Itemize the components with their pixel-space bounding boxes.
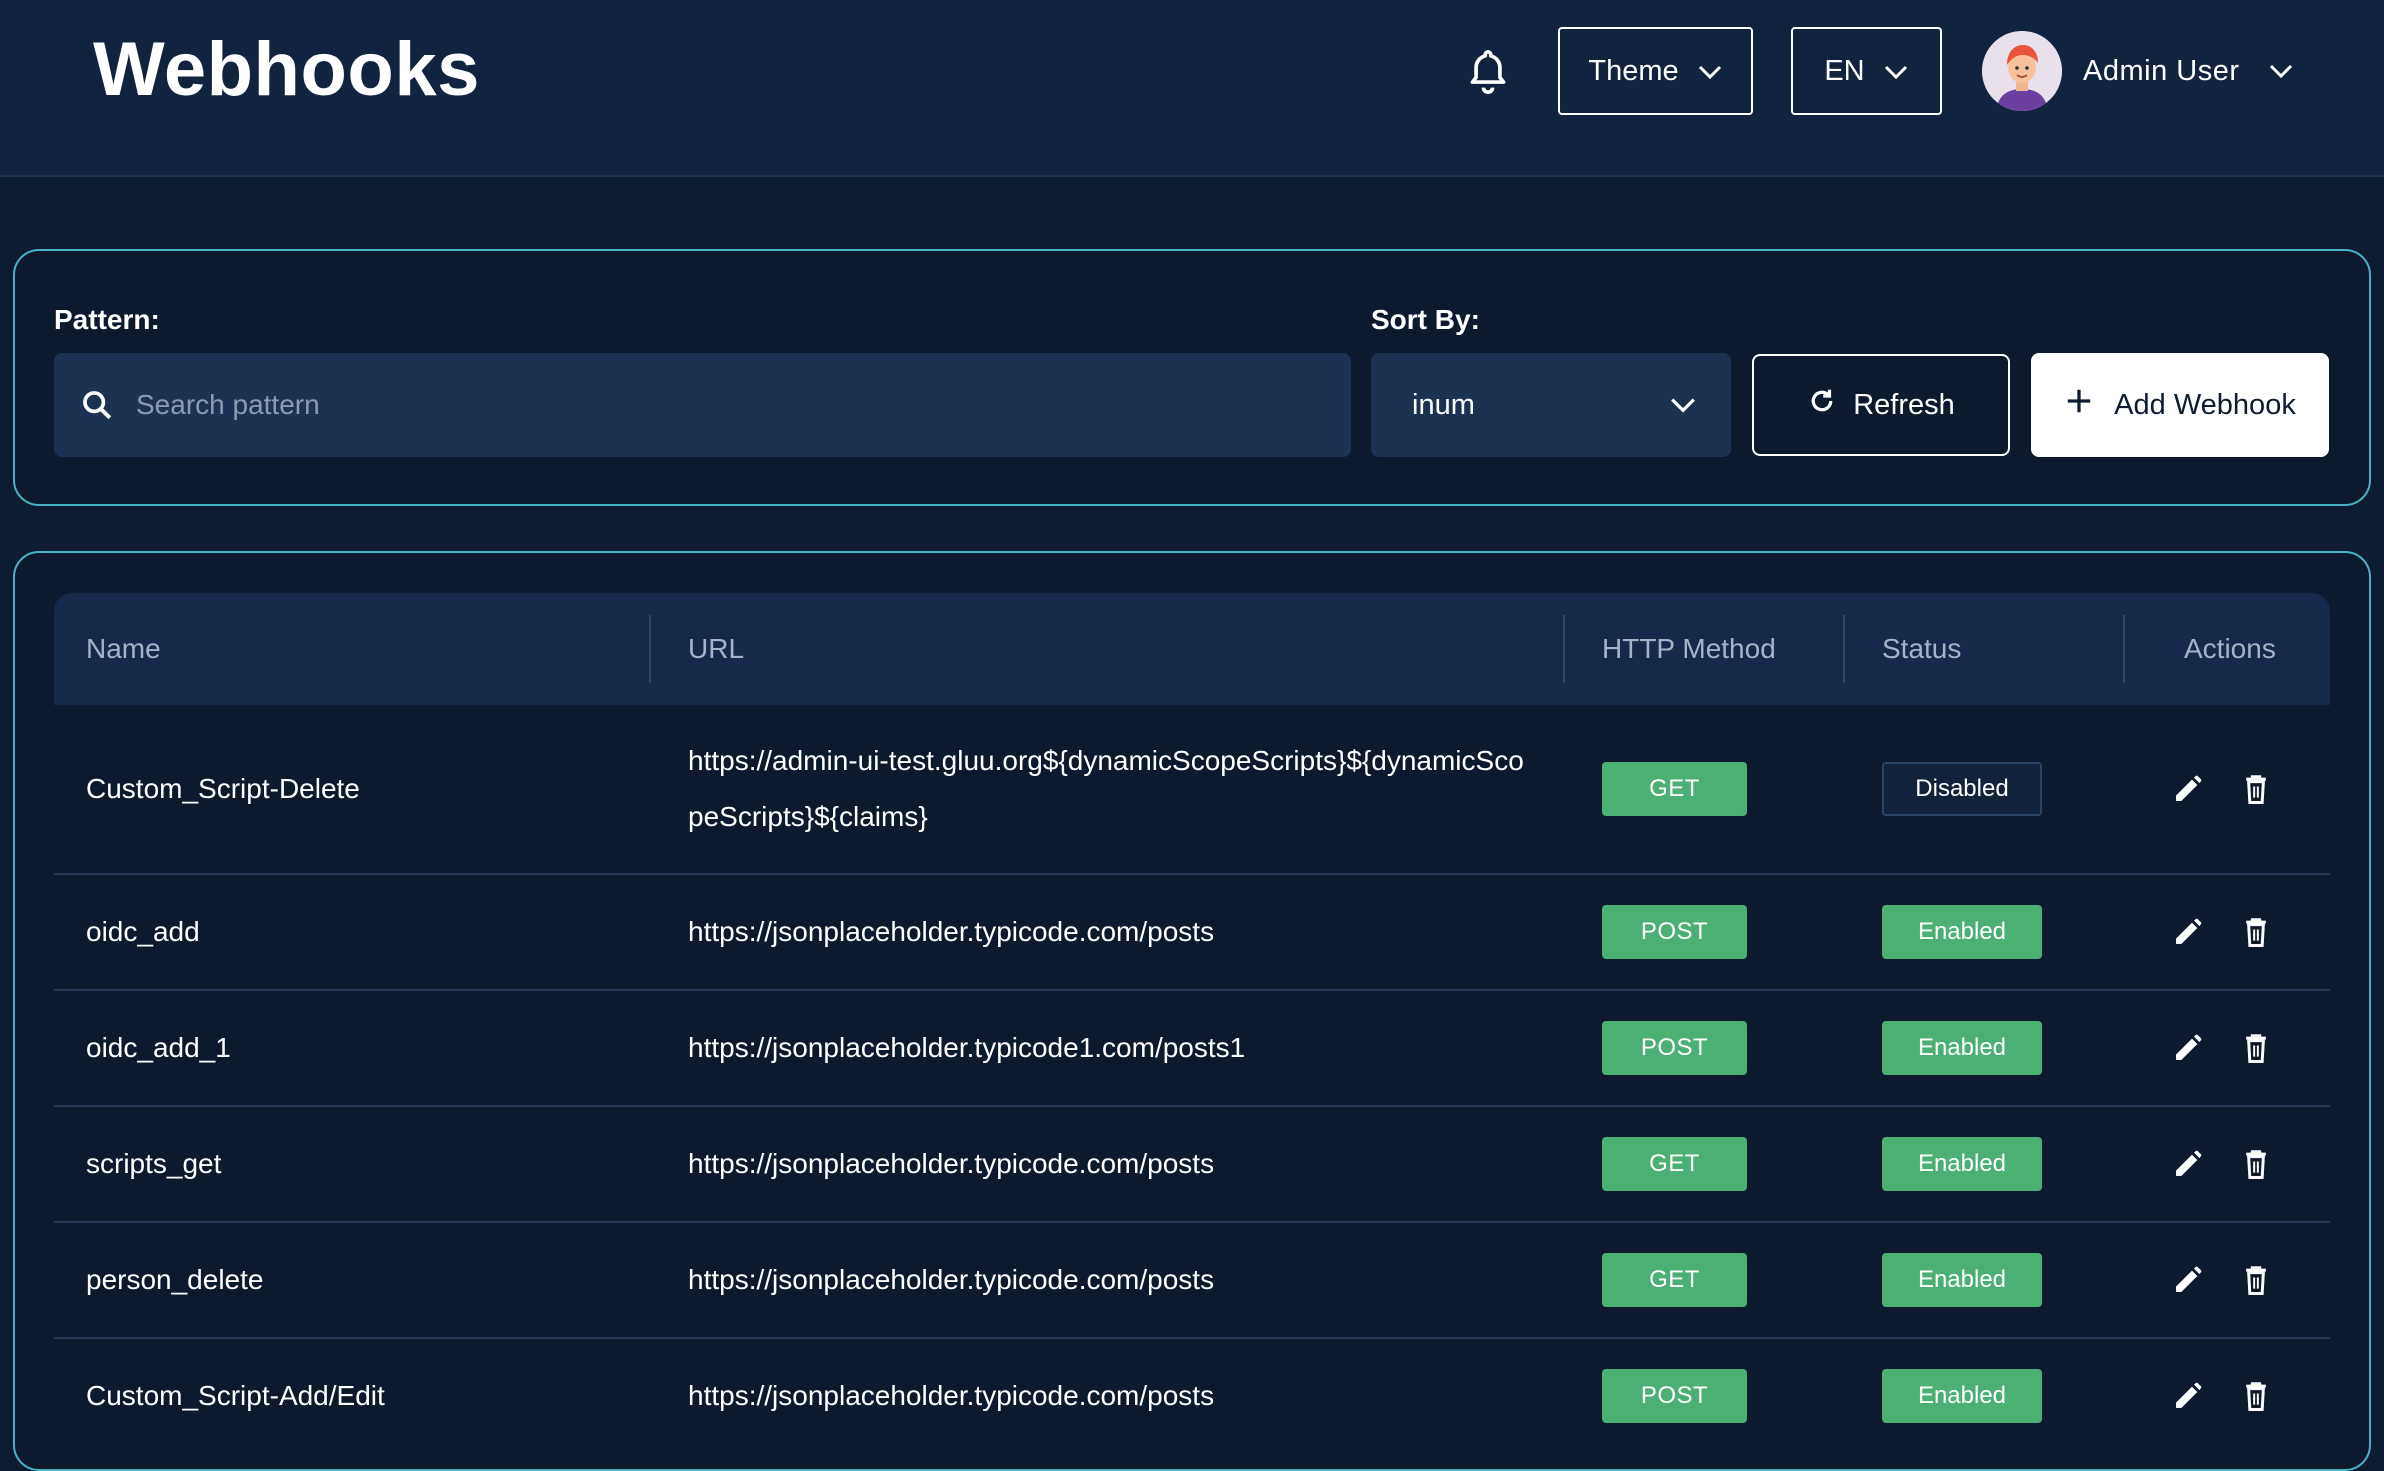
add-webhook-label: Add Webhook bbox=[2114, 388, 2296, 421]
pencil-icon[interactable] bbox=[2168, 1144, 2208, 1184]
webhook-url: https://jsonplaceholder.typicode.com/pos… bbox=[688, 1380, 1215, 1411]
webhook-url: https://jsonplaceholder.typicode.com/pos… bbox=[688, 1264, 1215, 1295]
webhook-name: Custom_Script-Delete bbox=[86, 773, 360, 804]
status-badge: Enabled bbox=[1882, 1369, 2042, 1423]
webhook-url: https://jsonplaceholder.typicode.com/pos… bbox=[688, 916, 1215, 947]
webhook-name: Custom_Script-Add/Edit bbox=[86, 1380, 385, 1411]
bell-icon[interactable] bbox=[1462, 44, 1514, 100]
chevron-down-icon bbox=[1669, 389, 1697, 422]
webhook-url: https://jsonplaceholder.typicode.com/pos… bbox=[688, 1148, 1215, 1179]
status-badge: Enabled bbox=[1882, 1137, 2042, 1191]
table-row: person_delete https://jsonplaceholder.ty… bbox=[54, 1223, 2330, 1339]
chevron-down-icon bbox=[1883, 55, 1909, 88]
trash-icon[interactable] bbox=[2236, 1144, 2276, 1184]
table-header: Name URL HTTP Method Status Actions bbox=[54, 593, 2330, 705]
pencil-icon[interactable] bbox=[2168, 1028, 2208, 1068]
sort-by-label: Sort By: bbox=[1371, 304, 1480, 335]
webhook-name: oidc_add_1 bbox=[86, 1032, 231, 1063]
http-method-badge: POST bbox=[1602, 1021, 1747, 1075]
column-header-http-method[interactable]: HTTP Method bbox=[1602, 593, 1776, 705]
refresh-label: Refresh bbox=[1853, 388, 1955, 421]
table-row: Custom_Script-Delete https://admin-ui-te… bbox=[54, 705, 2330, 875]
pattern-label: Pattern: bbox=[54, 304, 160, 335]
page-title: Webhooks bbox=[93, 27, 480, 112]
table-row: Custom_Script-Add/Edit https://jsonplace… bbox=[54, 1339, 2330, 1453]
http-method-badge: GET bbox=[1602, 1137, 1747, 1191]
theme-dropdown[interactable]: Theme bbox=[1558, 27, 1753, 115]
http-method-badge: GET bbox=[1602, 1253, 1747, 1307]
table-row: oidc_add_1 https://jsonplaceholder.typic… bbox=[54, 991, 2330, 1107]
webhook-name: oidc_add bbox=[86, 916, 200, 947]
trash-icon[interactable] bbox=[2236, 1376, 2276, 1416]
webhook-url: https://jsonplaceholder.typicode1.com/po… bbox=[688, 1032, 1246, 1063]
avatar bbox=[1982, 31, 2062, 111]
http-method-badge: POST bbox=[1602, 905, 1747, 959]
trash-icon[interactable] bbox=[2236, 769, 2276, 809]
chevron-down-icon bbox=[2268, 63, 2294, 79]
webhook-name: scripts_get bbox=[86, 1148, 222, 1179]
status-badge: Enabled bbox=[1882, 1253, 2042, 1307]
pencil-icon[interactable] bbox=[2168, 769, 2208, 809]
theme-label: Theme bbox=[1588, 54, 1679, 87]
sort-by-select[interactable]: inum bbox=[1371, 353, 1731, 457]
status-badge: Disabled bbox=[1882, 762, 2042, 816]
app-header: Webhooks Theme EN Admin User bbox=[0, 0, 2384, 177]
language-label: EN bbox=[1824, 54, 1865, 87]
table-row: oidc_add https://jsonplaceholder.typicod… bbox=[54, 875, 2330, 991]
pencil-icon[interactable] bbox=[2168, 1376, 2208, 1416]
status-badge: Enabled bbox=[1882, 1021, 2042, 1075]
plus-icon bbox=[2064, 386, 2094, 424]
sort-by-value: inum bbox=[1412, 388, 1475, 421]
refresh-icon bbox=[1807, 386, 1837, 424]
user-name: Admin User bbox=[2083, 54, 2240, 87]
trash-icon[interactable] bbox=[2236, 1028, 2276, 1068]
search-icon bbox=[80, 388, 114, 422]
column-header-name[interactable]: Name bbox=[86, 593, 161, 705]
trash-icon[interactable] bbox=[2236, 1260, 2276, 1300]
language-dropdown[interactable]: EN bbox=[1791, 27, 1942, 115]
http-method-badge: POST bbox=[1602, 1369, 1747, 1423]
column-header-status[interactable]: Status bbox=[1882, 593, 1961, 705]
column-header-url[interactable]: URL bbox=[688, 593, 744, 705]
http-method-badge: GET bbox=[1602, 762, 1747, 816]
user-menu[interactable]: Admin User bbox=[1982, 30, 2294, 112]
webhook-url: https://admin-ui-test.gluu.org${dynamicS… bbox=[688, 745, 1524, 832]
pencil-icon[interactable] bbox=[2168, 1260, 2208, 1300]
chevron-down-icon bbox=[1697, 55, 1723, 88]
search-field[interactable] bbox=[54, 353, 1351, 457]
refresh-button[interactable]: Refresh bbox=[1752, 354, 2010, 456]
status-badge: Enabled bbox=[1882, 905, 2042, 959]
webhook-name: person_delete bbox=[86, 1264, 264, 1295]
pencil-icon[interactable] bbox=[2168, 912, 2208, 952]
table-row: scripts_get https://jsonplaceholder.typi… bbox=[54, 1107, 2330, 1223]
column-header-actions: Actions bbox=[2184, 633, 2276, 664]
search-input[interactable] bbox=[136, 389, 1286, 421]
trash-icon[interactable] bbox=[2236, 912, 2276, 952]
add-webhook-button[interactable]: Add Webhook bbox=[2031, 353, 2329, 457]
